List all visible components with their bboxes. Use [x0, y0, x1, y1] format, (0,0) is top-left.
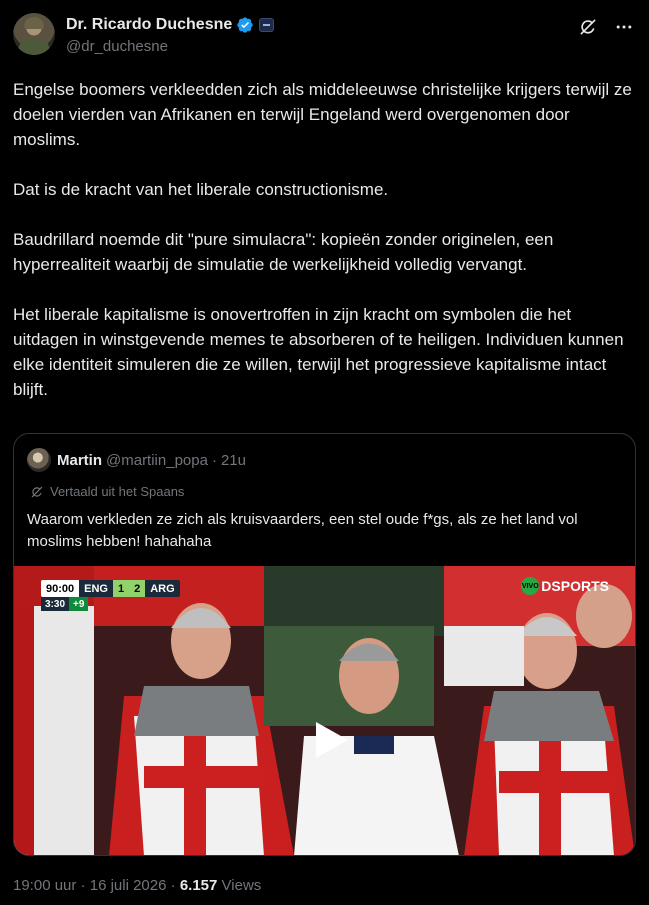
- grok-icon[interactable]: [577, 16, 599, 38]
- translated-notice: Vertaald uit het Spaans: [30, 484, 184, 499]
- verified-badge-icon: [237, 17, 253, 33]
- header-actions: [577, 16, 635, 38]
- tweet-header: Dr. Ricardo Duchesne @dr_duchesne: [13, 13, 635, 59]
- views-count: 6.157: [179, 877, 218, 894]
- broadcaster-logo: VIVO D SPORTS: [521, 577, 609, 595]
- tweet-date[interactable]: 16 juli 2026: [90, 877, 167, 894]
- quoted-tweet[interactable]: Martin @martiin_popa · 21u Vertaald uit …: [13, 433, 636, 856]
- scoreboard: 90:00 ENG 1 2 ARG: [41, 580, 180, 597]
- meta-separator: ·: [80, 877, 86, 894]
- translated-label: Vertaald uit het Spaans: [50, 484, 185, 499]
- scoreboard-away: ARG: [145, 580, 180, 597]
- more-options-icon[interactable]: [613, 16, 635, 38]
- broadcaster-mark: D: [541, 578, 552, 594]
- tweet-meta: 19:00 uur · 16 juli 2026 · 6.157 Views: [13, 877, 261, 894]
- broadcaster-badge: VIVO: [521, 577, 540, 595]
- quote-time: 21u: [220, 451, 246, 469]
- scoreboard-added-time: +9: [69, 597, 89, 611]
- broadcaster-name: SPORTS: [551, 578, 609, 594]
- affiliate-badge-icon: [259, 18, 275, 32]
- quote-separator: ·: [211, 451, 217, 469]
- author-display-name[interactable]: Dr. Ricardo Duchesne: [66, 16, 232, 34]
- video-thumbnail: [14, 566, 635, 855]
- tweet-text: Engelse boomers verkleedden zich als mid…: [13, 77, 635, 402]
- translate-icon: [31, 486, 43, 497]
- author-handle[interactable]: @dr_duchesne: [66, 38, 274, 55]
- author-names: Dr. Ricardo Duchesne @dr_duchesne: [66, 15, 275, 55]
- tweet-time[interactable]: 19:00 uur: [13, 877, 76, 894]
- quote-author-handle: @martiin_popa: [106, 451, 208, 469]
- views-label: Views: [221, 877, 262, 894]
- meta-separator: ·: [170, 877, 176, 894]
- author-avatar[interactable]: [13, 13, 55, 55]
- quote-video[interactable]: 90:00 ENG 1 2 ARG 3:30 +9 VIVO D SPORTS: [14, 566, 635, 855]
- quote-text: Waarom verkleden ze zich als kruisvaarde…: [27, 511, 578, 550]
- scoreboard-home-score: 1: [112, 580, 130, 597]
- tweet-paragraph: Het liberale kapitalisme is onovertroffe…: [13, 305, 624, 399]
- scoreboard-away-score: 2: [129, 580, 146, 597]
- scoreboard-home: ENG: [79, 580, 113, 597]
- scoreboard-clock: 90:00: [41, 580, 80, 597]
- quote-author-name: Martin: [57, 451, 102, 469]
- scoreboard-extra: 3:30 +9: [41, 597, 89, 611]
- tweet-paragraph: Dat is de kracht van het liberale constr…: [13, 180, 389, 199]
- quote-header: Martin @martiin_popa · 21u: [27, 448, 246, 472]
- tweet-paragraph: Engelse boomers verkleedden zich als mid…: [13, 80, 632, 149]
- play-icon[interactable]: [308, 718, 352, 762]
- quote-author-avatar: [27, 448, 51, 472]
- tweet-paragraph: Baudrillard noemde dit "pure simulacra":…: [13, 230, 554, 274]
- scoreboard-period-clock: 3:30: [41, 597, 70, 611]
